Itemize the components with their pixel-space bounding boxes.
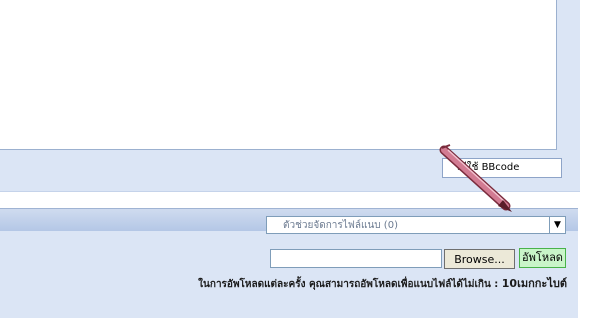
browse-button[interactable]: Browse... xyxy=(444,249,515,269)
upload-limit-value: 10เมกกะไบต์ xyxy=(501,277,567,290)
file-path-input[interactable] xyxy=(270,249,442,268)
divider xyxy=(0,191,580,192)
upload-button[interactable]: อัพโหลด xyxy=(519,248,566,268)
attachment-manager-value: ตัวช่วยจัดการไฟล์แนบ (0) xyxy=(283,220,398,231)
attachment-manager-select[interactable]: ตัวช่วยจัดการไฟล์แนบ (0) ▼ xyxy=(266,216,566,234)
upload-limit-text: ในการอัพโหลดแต่ละครั้ง คุณสามารถอัพโหลดเ… xyxy=(198,279,499,290)
upload-limit-note: ในการอัพโหลดแต่ละครั้ง คุณสามารถอัพโหลดเ… xyxy=(150,274,567,292)
bbcode-help-label: วิธีใช้ BBcode xyxy=(455,162,520,173)
page-margin xyxy=(580,0,589,317)
message-editor[interactable] xyxy=(0,0,557,150)
bbcode-help-link[interactable]: วิธีใช้ BBcode xyxy=(442,158,562,178)
chevron-down-icon[interactable]: ▼ xyxy=(549,217,565,233)
